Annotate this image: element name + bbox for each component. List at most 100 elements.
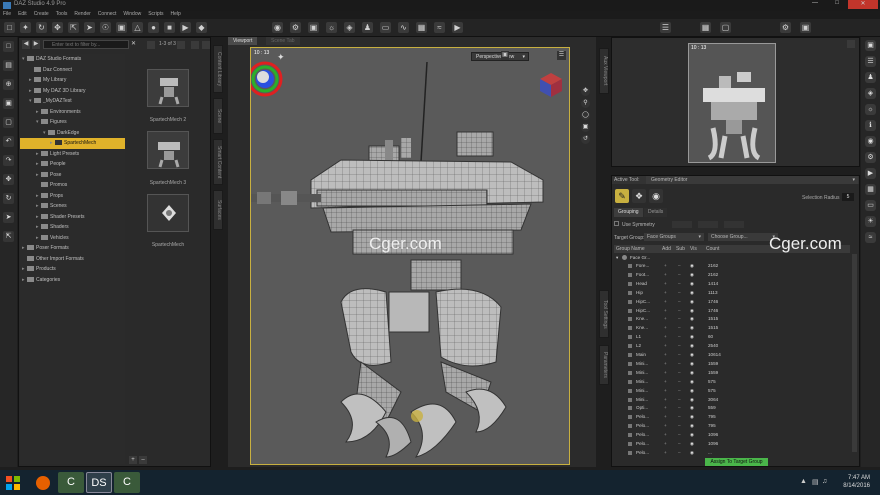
assign-to-target-group-button[interactable]: Assign To Target Group	[705, 458, 768, 466]
visibility-eye-icon[interactable]: ◉	[690, 431, 694, 439]
figure-icon[interactable]: ♟	[362, 22, 373, 33]
tree-item[interactable]: ▾ DAZ Studio Formats	[20, 54, 125, 65]
mech-model[interactable]	[251, 62, 570, 465]
render-settings-icon[interactable]: ⚙	[290, 22, 301, 33]
visibility-eye-icon[interactable]: ◉	[690, 351, 694, 359]
visibility-eye-icon[interactable]: ◉	[690, 271, 694, 279]
visibility-eye-icon[interactable]: ◉	[690, 360, 694, 368]
add-cell[interactable]: +	[664, 342, 667, 350]
col-sub[interactable]: Sub	[676, 245, 685, 253]
sub-cell[interactable]: –	[678, 280, 681, 288]
table-row[interactable]: Mini... + – ◉ 575	[614, 387, 850, 395]
prev-page-icon[interactable]	[147, 41, 155, 49]
table-row[interactable]: Pelo... + – ◉ 1096	[614, 431, 850, 439]
tab-grouping[interactable]: Grouping	[614, 208, 643, 217]
hair-icon[interactable]: ≈	[865, 232, 876, 243]
add-cell[interactable]: +	[664, 369, 667, 377]
tab-content-library[interactable]: Content Library	[213, 45, 223, 93]
sub-cell[interactable]: –	[678, 289, 681, 297]
select-tool-icon[interactable]: ➤	[84, 22, 95, 33]
table-row[interactable]: L2 + – ◉ 2540	[614, 342, 850, 350]
table-row[interactable]: Pelo... + – ◉ 795	[614, 422, 850, 430]
target-group-dropdown[interactable]: Face Groups ▾	[644, 233, 704, 241]
col-group-name[interactable]: Group Name	[616, 245, 645, 253]
tree-item[interactable]: ▸ Scenes	[20, 201, 125, 212]
tab-viewport[interactable]: Viewport	[228, 37, 258, 45]
tree-item[interactable]: ▸ Shader Presets	[20, 212, 125, 223]
tab-parameters[interactable]: Parameters	[599, 345, 609, 385]
sub-cell[interactable]: –	[678, 324, 681, 332]
timeline-icon[interactable]: ▶	[865, 168, 876, 179]
camtasia-icon[interactable]: C	[58, 472, 84, 493]
visibility-eye-icon[interactable]: ◉	[690, 440, 694, 448]
library-search-input[interactable]: Enter text to filter by...	[43, 40, 129, 49]
camera-icon[interactable]: ▣	[501, 51, 509, 60]
tree-item[interactable]: ▾ DarkEdge	[20, 128, 125, 139]
visibility-eye-icon[interactable]: ◉	[690, 378, 694, 386]
tree-item[interactable]: ▾ Figures	[20, 117, 125, 128]
render-settings-icon[interactable]: ⚙	[865, 152, 876, 163]
table-row[interactable]: Pelo... + – ◉...	[614, 449, 850, 457]
environment-icon[interactable]: ☀	[865, 216, 876, 227]
sub-cell[interactable]: –	[678, 387, 681, 395]
system-clock[interactable]: 7:47 AM 8/14/2016	[843, 474, 870, 490]
visibility-eye-icon[interactable]: ◉	[690, 449, 694, 457]
tray-arrow-icon[interactable]: ▲	[800, 478, 807, 485]
add-cell[interactable]: +	[664, 440, 667, 448]
forward-icon[interactable]: ▶	[32, 40, 40, 49]
visibility-eye-icon[interactable]: ◉	[690, 324, 694, 332]
table-row[interactable]: Kne... + – ◉ 1515	[614, 315, 850, 323]
visibility-eye-icon[interactable]: ◉	[690, 342, 694, 350]
tree-item[interactable]: ▸ Products	[20, 264, 125, 275]
frame-icon[interactable]: ▣	[581, 123, 590, 132]
3d-viewport[interactable]: 10 : 13 Perspective View▾ ▣ ☰ ✥ ✦ ↻	[250, 47, 570, 465]
add-cell[interactable]: +	[664, 351, 667, 359]
tree-item[interactable]: ▸ Vehicles	[20, 233, 125, 244]
tab-surfaces[interactable]: Surfaces	[213, 190, 223, 230]
sub-cell[interactable]: –	[678, 449, 681, 457]
add-cell[interactable]: +	[664, 333, 667, 341]
tab-smart-content[interactable]: Smart Content	[213, 139, 223, 185]
menu-edit[interactable]: Edit	[18, 11, 27, 19]
add-cell[interactable]: +	[664, 307, 667, 315]
table-row[interactable]: Pelo... + – ◉ 1096	[614, 440, 850, 448]
menu-help[interactable]: Help	[171, 11, 181, 19]
visibility-eye-icon[interactable]: ◉	[690, 404, 694, 412]
select-mode-icon[interactable]: ✎	[615, 189, 629, 203]
tree-item[interactable]: ▸ Categories	[20, 275, 125, 286]
scale-icon[interactable]: ⇱	[3, 231, 14, 242]
visibility-eye-icon[interactable]: ◉	[690, 280, 694, 288]
settings-icon[interactable]: ⚙	[780, 22, 791, 33]
sub-cell[interactable]: –	[678, 413, 681, 421]
menu-scripts[interactable]: Scripts	[148, 11, 163, 19]
info-icon[interactable]: ℹ	[865, 120, 876, 131]
search-clear-icon[interactable]: ✕	[131, 40, 138, 49]
add-cell[interactable]: +	[664, 387, 667, 395]
table-row[interactable]: Hip + – ◉ 1113	[614, 289, 850, 297]
texture-icon[interactable]: ▦	[416, 22, 427, 33]
panel-menu-icon[interactable]	[202, 41, 210, 49]
render-icon[interactable]: ◉	[272, 22, 283, 33]
add-cell[interactable]: +	[664, 378, 667, 386]
menu-window[interactable]: Window	[123, 11, 141, 19]
prop-icon[interactable]: ▭	[380, 22, 391, 33]
sub-cell[interactable]: –	[678, 342, 681, 350]
sub-cell[interactable]: –	[678, 422, 681, 430]
shader-icon[interactable]: ◈	[344, 22, 355, 33]
group-table-scrollbar[interactable]	[852, 254, 857, 452]
choose-group-dropdown[interactable]: Choose Group... ▾	[708, 233, 778, 241]
symmetry-y-toggle[interactable]	[698, 221, 718, 228]
visibility-eye-icon[interactable]: ◉	[690, 396, 694, 404]
tree-item[interactable]: Other Import Formats	[20, 254, 125, 265]
table-row[interactable]: Main + – ◉ 10614	[614, 351, 850, 359]
lasso-icon[interactable]: ❖	[632, 189, 646, 203]
new-icon[interactable]: □	[3, 41, 14, 52]
sub-cell[interactable]: –	[678, 360, 681, 368]
col-add[interactable]: Add	[662, 245, 671, 253]
pane-icon[interactable]: ▢	[720, 22, 731, 33]
menu-tools[interactable]: Tools	[56, 11, 68, 19]
table-row[interactable]: Opti... + – ◉ 559	[614, 404, 850, 412]
sub-cell[interactable]: –	[678, 440, 681, 448]
visibility-eye-icon[interactable]: ◉	[690, 422, 694, 430]
tree-item[interactable]: ▸ Props	[20, 191, 125, 202]
